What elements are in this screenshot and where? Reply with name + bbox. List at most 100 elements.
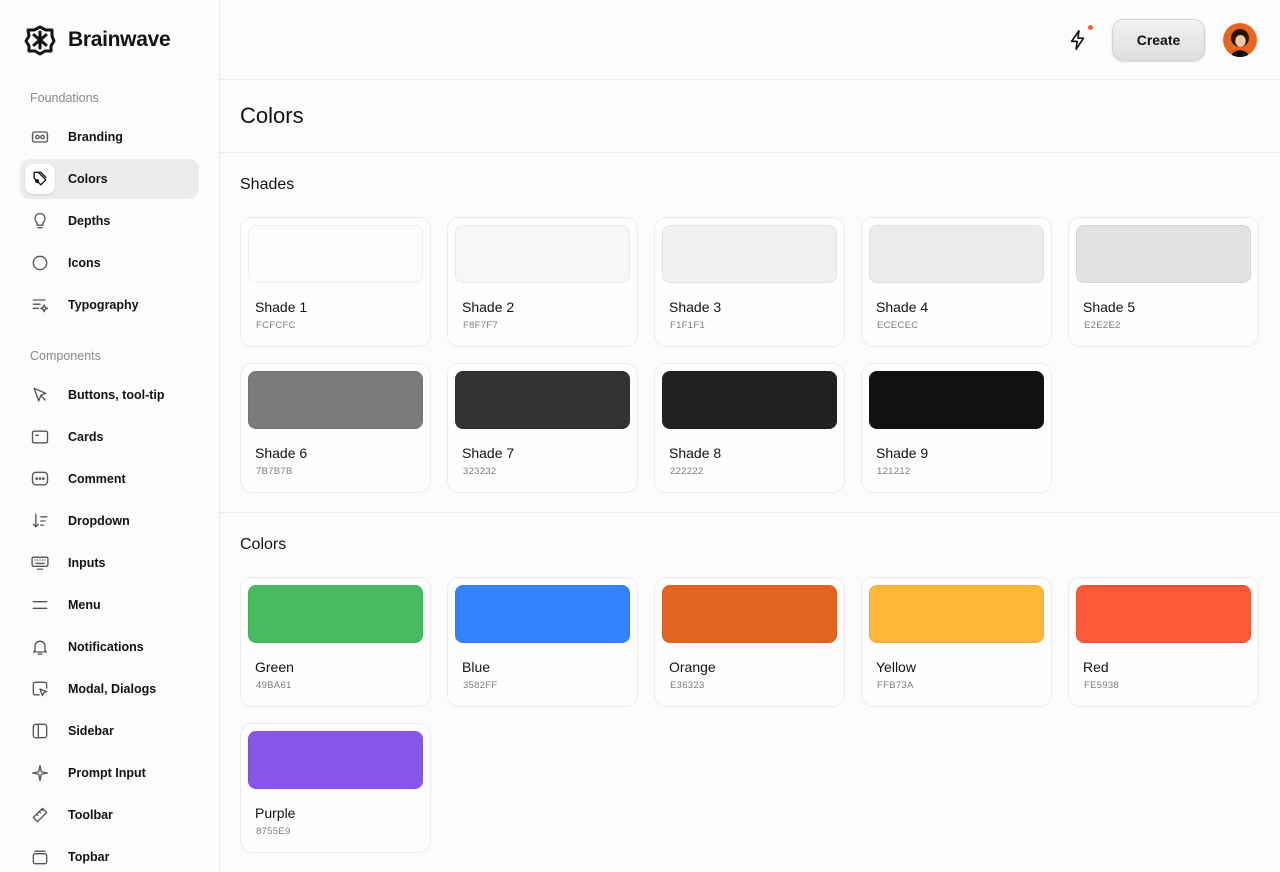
color-name: Shade 7 bbox=[462, 445, 515, 461]
brand[interactable]: Brainwave bbox=[24, 24, 171, 56]
sidebar-item-typography[interactable]: Typography bbox=[20, 285, 199, 325]
color-swatch bbox=[869, 585, 1044, 643]
card-icon bbox=[25, 422, 55, 452]
color-name: Shade 5 bbox=[1083, 299, 1136, 315]
color-swatch bbox=[662, 585, 837, 643]
color-hex: F8F7F7 bbox=[463, 320, 499, 331]
section-divider bbox=[220, 512, 1280, 513]
sidebar-item-label: Depths bbox=[68, 214, 111, 228]
bell-icon bbox=[25, 632, 55, 662]
color-hex: FE5938 bbox=[1084, 680, 1120, 691]
branding-icon bbox=[25, 122, 55, 152]
color-card-shade-5[interactable]: Shade 5 E2E2E2 bbox=[1068, 217, 1259, 347]
sidebar-item-label: Prompt Input bbox=[68, 766, 146, 780]
sidebar-item-label: Menu bbox=[68, 598, 101, 612]
color-card-shade-4[interactable]: Shade 4 ECECEC bbox=[861, 217, 1052, 347]
color-card-red[interactable]: Red FE5938 bbox=[1068, 577, 1259, 707]
sidebar-item-label: Icons bbox=[68, 256, 101, 270]
avatar[interactable] bbox=[1223, 23, 1257, 57]
sidebar-item-label: Colors bbox=[68, 172, 108, 186]
color-name: Yellow bbox=[876, 659, 916, 675]
color-card-shade-3[interactable]: Shade 3 F1F1F1 bbox=[654, 217, 845, 347]
comment-icon bbox=[25, 464, 55, 494]
color-swatch bbox=[869, 371, 1044, 429]
color-hex: 222222 bbox=[670, 466, 704, 477]
color-name: Shade 3 bbox=[669, 299, 722, 315]
sidebar-item-notifications[interactable]: Notifications bbox=[20, 627, 199, 667]
brainwave-logo-icon bbox=[24, 25, 56, 56]
color-swatch bbox=[455, 585, 630, 643]
components-section-label: Components bbox=[30, 349, 101, 363]
sidebar-item-sidebar[interactable]: Sidebar bbox=[20, 711, 199, 751]
sidebar-item-label: Notifications bbox=[68, 640, 144, 654]
color-hex: ECECEC bbox=[877, 320, 919, 331]
color-name: Purple bbox=[255, 805, 296, 821]
color-swatch bbox=[455, 225, 630, 283]
sidebar-item-label: Typography bbox=[68, 298, 139, 312]
sidebar-item-menu[interactable]: Menu bbox=[20, 585, 199, 625]
color-card-shade-1[interactable]: Shade 1 FCFCFC bbox=[240, 217, 431, 347]
sidebar-icon bbox=[25, 716, 55, 746]
create-button[interactable]: Create bbox=[1112, 19, 1205, 61]
sidebar-item-toolbar[interactable]: Toolbar bbox=[20, 795, 199, 835]
modal-icon bbox=[25, 674, 55, 704]
sidebar: Brainwave Foundations Branding Colors Dept… bbox=[0, 0, 220, 872]
lightning-icon[interactable] bbox=[1064, 26, 1092, 54]
sidebar-item-cards[interactable]: Cards bbox=[20, 417, 199, 457]
sidebar-item-colors[interactable]: Colors bbox=[20, 159, 199, 199]
sidebar-item-label: Dropdown bbox=[68, 514, 130, 528]
shades-grid: Shade 1 FCFCFC Shade 2 F8F7F7 Shade 3 F1F1F1 S… bbox=[240, 217, 1260, 493]
color-name: Red bbox=[1083, 659, 1109, 675]
sidebar-item-modal-dialogs[interactable]: Modal, Dialogs bbox=[20, 669, 199, 709]
components-nav: Buttons, tool-tip Cards Comment Dropdown Inp… bbox=[20, 375, 199, 872]
topbar-icon bbox=[25, 842, 55, 872]
sidebar-item-label: Topbar bbox=[68, 850, 110, 864]
sidebar-item-branding[interactable]: Branding bbox=[20, 117, 199, 157]
sidebar-item-topbar[interactable]: Topbar bbox=[20, 837, 199, 872]
sidebar-item-dropdown[interactable]: Dropdown bbox=[20, 501, 199, 541]
color-hex: FFB73A bbox=[877, 680, 914, 691]
color-name: Green bbox=[255, 659, 294, 675]
color-card-shade-7[interactable]: Shade 7 323232 bbox=[447, 363, 638, 493]
color-card-shade-9[interactable]: Shade 9 121212 bbox=[861, 363, 1052, 493]
color-hex: 121212 bbox=[877, 466, 911, 477]
color-swatch bbox=[869, 225, 1044, 283]
color-card-purple[interactable]: Purple 8755E9 bbox=[240, 723, 431, 853]
circle-icon bbox=[25, 248, 55, 278]
sidebar-item-label: Cards bbox=[68, 430, 104, 444]
foundations-section-label: Foundations bbox=[30, 91, 99, 105]
shades-section-title: Shades bbox=[240, 176, 295, 193]
color-hex: E2E2E2 bbox=[1084, 320, 1121, 331]
color-hex: 8755E9 bbox=[256, 826, 291, 837]
color-card-shade-6[interactable]: Shade 6 7B7B7B bbox=[240, 363, 431, 493]
color-hex: E36323 bbox=[670, 680, 705, 691]
sidebar-item-label: Buttons, tool-tip bbox=[68, 388, 165, 402]
color-card-blue[interactable]: Blue 3582FF bbox=[447, 577, 638, 707]
color-card-shade-2[interactable]: Shade 2 F8F7F7 bbox=[447, 217, 638, 347]
sidebar-item-buttons-tool-tip[interactable]: Buttons, tool-tip bbox=[20, 375, 199, 415]
color-card-green[interactable]: Green 49BA61 bbox=[240, 577, 431, 707]
sidebar-item-icons[interactable]: Icons bbox=[20, 243, 199, 283]
color-hex: FCFCFC bbox=[256, 320, 296, 331]
color-swatch bbox=[248, 731, 423, 789]
color-swatch bbox=[1076, 585, 1251, 643]
sidebar-item-inputs[interactable]: Inputs bbox=[20, 543, 199, 583]
color-name: Blue bbox=[462, 659, 491, 675]
color-card-yellow[interactable]: Yellow FFB73A bbox=[861, 577, 1052, 707]
sidebar-item-comment[interactable]: Comment bbox=[20, 459, 199, 499]
colors-grid: Green 49BA61 Blue 3582FF Orange E36323 Yellow F… bbox=[240, 577, 1260, 853]
sidebar-item-depths[interactable]: Depths bbox=[20, 201, 199, 241]
lightbulb-icon bbox=[25, 206, 55, 236]
sidebar-item-label: Modal, Dialogs bbox=[68, 682, 157, 696]
color-swatch bbox=[455, 371, 630, 429]
typography-icon bbox=[25, 290, 55, 320]
sidebar-item-prompt-input[interactable]: Prompt Input bbox=[20, 753, 199, 793]
color-swatch bbox=[662, 225, 837, 283]
menu-icon bbox=[25, 590, 55, 620]
color-hex: F1F1F1 bbox=[670, 320, 706, 331]
color-hex: 3582FF bbox=[463, 680, 498, 691]
color-swatch bbox=[248, 225, 423, 283]
color-card-orange[interactable]: Orange E36323 bbox=[654, 577, 845, 707]
sparkle-icon bbox=[25, 758, 55, 788]
color-card-shade-8[interactable]: Shade 8 222222 bbox=[654, 363, 845, 493]
